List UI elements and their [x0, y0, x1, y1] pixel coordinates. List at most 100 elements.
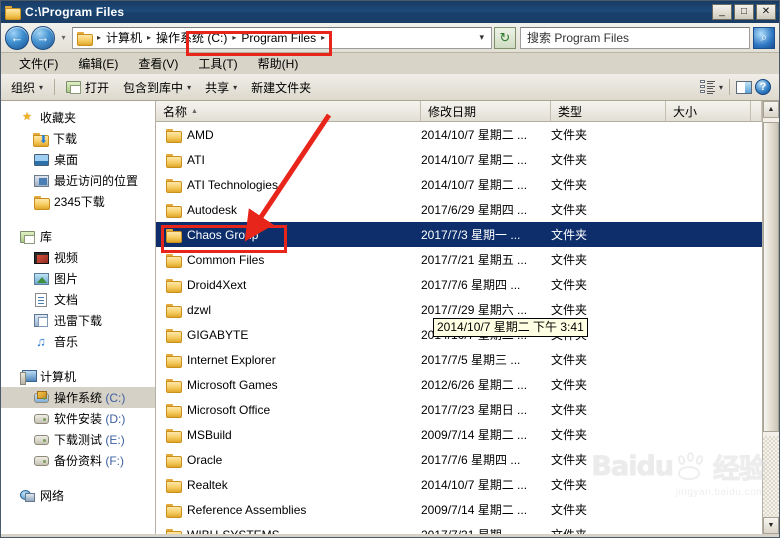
explorer-window: C:\Program Files _ □ ✕ ← → ▾ ▸ 计算机 ▸ 操作系… [0, 0, 780, 538]
breadcrumb-separator-0[interactable]: ▸ [95, 33, 103, 42]
table-row[interactable]: Droid4Xext 2017/7/6 星期四 ... 文件夹 [156, 272, 762, 297]
cell-name: Droid4Xext [156, 278, 421, 293]
help-icon[interactable]: ? [755, 79, 771, 95]
new-folder-button[interactable]: 新建文件夹 [245, 77, 317, 98]
search-input[interactable]: 搜索 Program Files [520, 26, 750, 49]
table-row[interactable]: Microsoft Office 2017/7/23 星期日 ... 文件夹 [156, 397, 762, 422]
open-button[interactable]: 打开 [60, 77, 115, 98]
folder-icon [166, 178, 182, 193]
sidebar-item-recent-places[interactable]: 最近访问的位置 [1, 170, 155, 191]
sidebar-item-computer[interactable]: 计算机 [1, 366, 155, 387]
search-icon[interactable]: ⌕ [753, 26, 775, 49]
cell-date: 2014/10/7 星期二 ... [421, 178, 528, 192]
menu-help[interactable]: 帮助(H) [248, 53, 309, 74]
sidebar-label-downloads: 下载 [53, 132, 78, 146]
vertical-scrollbar[interactable]: ▲ ▼ [762, 101, 779, 534]
desktop-icon [33, 153, 49, 167]
breadcrumb-item-computer[interactable]: 计算机 [103, 29, 145, 46]
breadcrumb-separator-2[interactable]: ▸ [230, 33, 238, 42]
sidebar-item-videos[interactable]: 视频 [1, 247, 155, 268]
cell-date: 2017/6/29 星期四 ... [421, 203, 528, 217]
sidebar-item-desktop[interactable]: 桌面 [1, 149, 155, 170]
sidebar-item-drive-c[interactable]: 操作系统 (C:) [1, 387, 155, 408]
breadcrumb-item-os-drive[interactable]: 操作系统 (C:) [153, 29, 230, 46]
cell-type: 文件夹 [551, 453, 588, 467]
column-header-row: 名称 ▲ 修改日期 类型 大小 [156, 101, 762, 122]
cell-name: WIBU-SYSTEMS [156, 528, 421, 534]
table-row[interactable]: Internet Explorer 2017/7/5 星期三 ... 文件夹 [156, 347, 762, 372]
table-row[interactable]: ATI 2014/10/7 星期二 ... 文件夹 [156, 147, 762, 172]
breadcrumb-item-program-files[interactable]: Program Files [238, 31, 319, 45]
scrollbar-thumb[interactable] [763, 122, 779, 432]
table-row[interactable]: Realtek 2014/10/7 星期二 ... 文件夹 [156, 472, 762, 497]
breadcrumb-separator-1[interactable]: ▸ [145, 33, 153, 42]
table-row[interactable]: WIBU-SYSTEMS 2017/7/31 星期一 ...文件夹 [156, 522, 762, 534]
sidebar-item-thunder-download[interactable]: 迅雷下载 [1, 310, 155, 331]
table-row[interactable]: AMD 2014/10/7 星期二 ... 文件夹 [156, 122, 762, 147]
sidebar-item-network[interactable]: 网络 [1, 485, 155, 506]
table-row[interactable]: Common Files 2017/7/21 星期五 ... 文件夹 [156, 247, 762, 272]
view-layout-icon[interactable] [699, 80, 716, 94]
table-row[interactable]: MSBuild 2009/7/14 星期二 ... 文件夹 [156, 422, 762, 447]
refresh-button[interactable]: ↻ [494, 26, 516, 49]
organize-button[interactable]: 组织 ▾ [5, 77, 49, 98]
table-row[interactable]: Chaos Group 2017/7/3 星期一 ... 文件夹 [156, 222, 762, 247]
menu-edit[interactable]: 编辑(E) [68, 53, 128, 74]
table-row[interactable]: ATI Technologies 2014/10/7 星期二 ... 文件夹 [156, 172, 762, 197]
folder-icon [166, 403, 182, 418]
music-icon: ♫ [36, 334, 46, 349]
sidebar-item-pictures[interactable]: 图片 [1, 268, 155, 289]
computer-icon [19, 370, 37, 385]
menu-view[interactable]: 查看(V) [128, 53, 188, 74]
cell-date: 2014/10/7 星期二 ... [421, 153, 528, 167]
close-button[interactable]: ✕ [756, 4, 776, 20]
chevron-down-icon: ▾ [233, 82, 238, 92]
thunder-download-icon [33, 314, 49, 328]
table-row[interactable]: Microsoft Games 2012/6/26 星期二 ... 文件夹 [156, 372, 762, 397]
cell-type: 文件夹 [551, 378, 588, 392]
sidebar-item-drive-e[interactable]: 下载测试 (E:) [1, 429, 155, 450]
cell-type: 文件夹 [551, 128, 588, 142]
sidebar-label-libraries: 库 [40, 230, 53, 244]
view-dropdown-icon[interactable]: ▾ [719, 83, 723, 92]
column-header-filler [751, 101, 762, 121]
share-button[interactable]: 共享 ▾ [199, 77, 243, 98]
sidebar-item-libraries[interactable]: 库 [1, 226, 155, 247]
breadcrumb-address-bar[interactable]: ▸ 计算机 ▸ 操作系统 (C:) ▸ Program Files ▸ ▾ [72, 26, 492, 49]
address-dropdown-icon[interactable]: ▾ [479, 32, 489, 43]
scrollbar-track[interactable] [763, 118, 779, 517]
table-row[interactable]: Autodesk 2017/6/29 星期四 ... 文件夹 [156, 197, 762, 222]
cell-name-label: GIGABYTE [187, 327, 249, 342]
scroll-down-button[interactable]: ▼ [763, 517, 779, 534]
back-button[interactable]: ← [5, 25, 29, 50]
recent-pages-dropdown-icon[interactable]: ▾ [57, 27, 70, 49]
sidebar-item-2345-download[interactable]: 2345下载 [1, 191, 155, 212]
sidebar-item-drive-f[interactable]: 备份资料 (F:) [1, 450, 155, 471]
sidebar-item-downloads[interactable]: ⬇ 下载 [1, 128, 155, 149]
column-header-size[interactable]: 大小 [666, 101, 751, 121]
breadcrumb-separator-3[interactable]: ▸ [319, 33, 327, 42]
sidebar-item-documents[interactable]: 文档 [1, 289, 155, 310]
sidebar-item-favorites[interactable]: ★ 收藏夹 [1, 107, 155, 128]
cell-type: 文件夹 [551, 428, 588, 442]
cell-date: 2009/7/14 星期二 ... [421, 503, 528, 517]
minimize-button[interactable]: _ [712, 4, 732, 20]
include-in-library-button[interactable]: 包含到库中 ▾ [117, 77, 197, 98]
menu-file[interactable]: 文件(F) [9, 53, 68, 74]
menu-tools[interactable]: 工具(T) [188, 53, 247, 74]
sidebar-item-music[interactable]: ♫ 音乐 [1, 331, 155, 352]
table-row[interactable]: Reference Assemblies 2009/7/14 星期二 ... 文件夹 [156, 497, 762, 522]
maximize-button[interactable]: □ [734, 4, 754, 20]
cell-name-label: Microsoft Games [187, 377, 278, 392]
scroll-up-button[interactable]: ▲ [763, 101, 779, 118]
column-header-date[interactable]: 修改日期 [421, 101, 551, 121]
preview-pane-icon[interactable] [736, 80, 752, 94]
sidebar-label-favorites: 收藏夹 [40, 111, 77, 125]
sidebar-item-drive-d[interactable]: 软件安装 (D:) [1, 408, 155, 429]
forward-button[interactable]: → [31, 25, 55, 50]
column-header-type[interactable]: 类型 [551, 101, 666, 121]
window-controls: _ □ ✕ [712, 4, 776, 20]
column-header-name[interactable]: 名称 ▲ [156, 101, 421, 121]
navigation-pane[interactable]: ★ 收藏夹 ⬇ 下载 桌面 最近访问的位置 2345下载 库 视频 图片 文档 … [1, 101, 156, 534]
table-row[interactable]: Oracle 2017/7/6 星期四 ... 文件夹 [156, 447, 762, 472]
